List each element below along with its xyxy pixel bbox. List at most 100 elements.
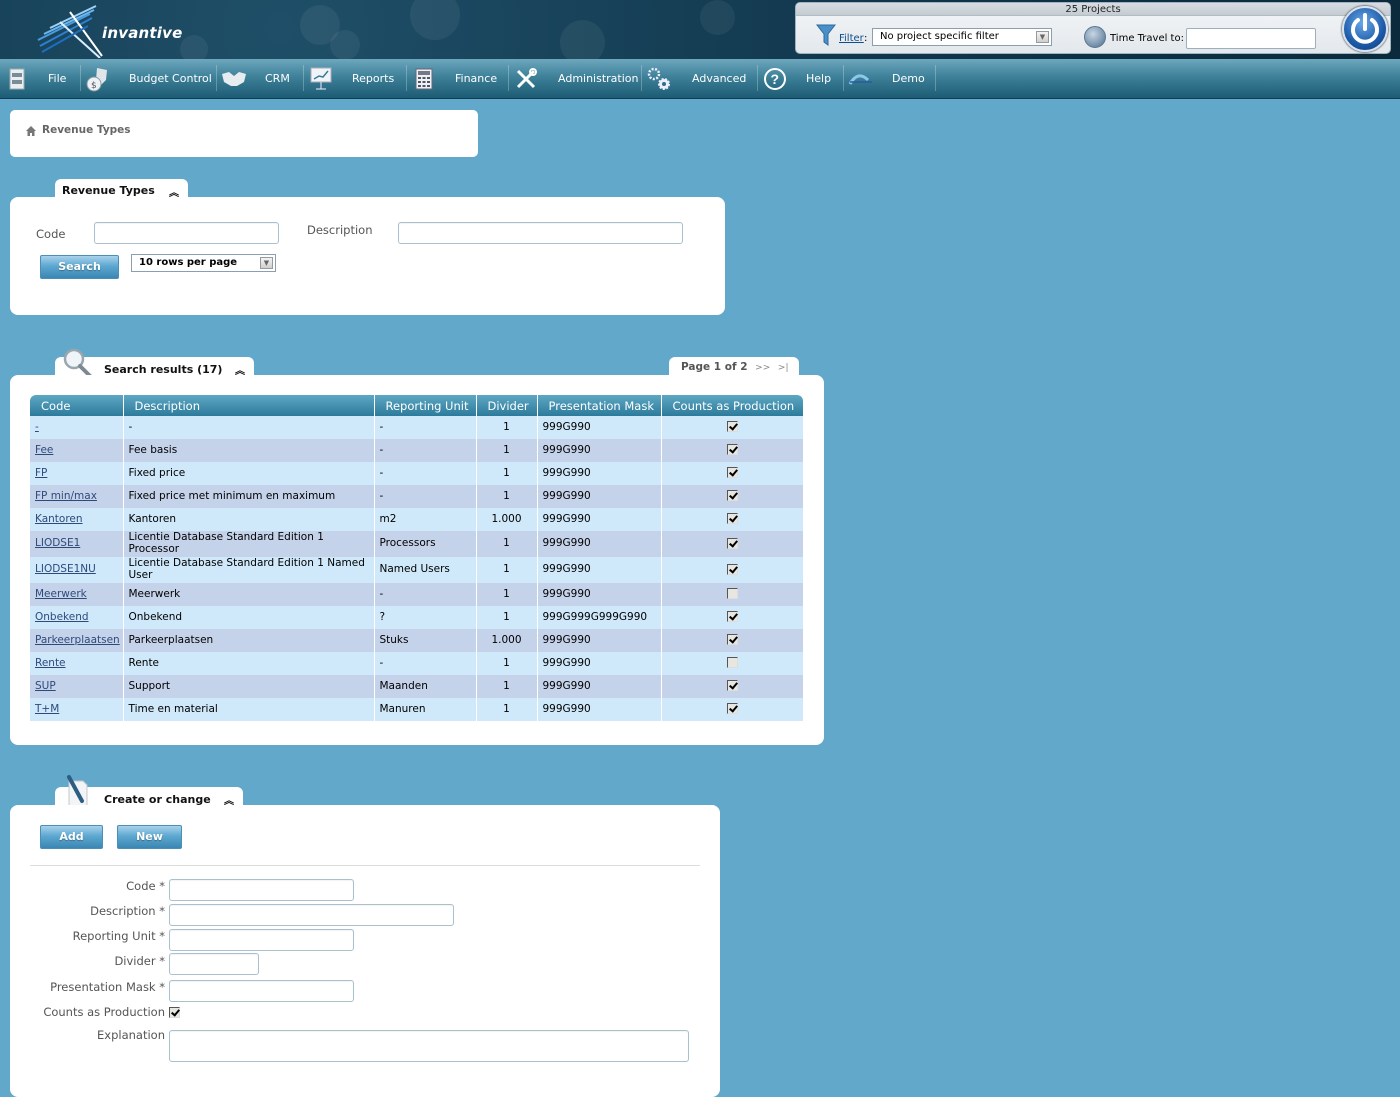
counts-as-production-checkbox[interactable] xyxy=(726,588,738,599)
reporting-unit-field-label: Reporting Unit * xyxy=(72,929,165,943)
counts-as-production-checkbox[interactable] xyxy=(726,444,738,455)
counts-as-production-checkbox[interactable] xyxy=(726,680,738,691)
table-row: FP Fixed price -1 999G990 xyxy=(30,462,803,485)
menu-finance[interactable]: Finance xyxy=(410,59,497,98)
divider-field[interactable] xyxy=(169,953,259,975)
cell-counts-as-production xyxy=(661,508,803,531)
decor-bubble xyxy=(410,0,460,40)
code-link[interactable]: Onbekend xyxy=(35,611,89,623)
counts-as-production-checkbox[interactable] xyxy=(726,703,738,714)
results-panel-tab[interactable]: Search results (17) ︽ xyxy=(55,348,254,378)
menu-label: CRM xyxy=(265,72,290,85)
menu-reports[interactable]: Reports xyxy=(307,59,394,98)
counts-as-production-checkbox[interactable] xyxy=(169,1007,180,1018)
column-header-description[interactable]: Description xyxy=(123,395,375,416)
cell-counts-as-production xyxy=(661,531,803,557)
counts-as-production-checkbox[interactable] xyxy=(726,537,738,549)
code-field[interactable] xyxy=(169,879,354,901)
cell-presentation-mask: 999G990 xyxy=(537,508,662,531)
table-header-row: Code Description Reporting Unit Divider … xyxy=(30,395,803,416)
cell-divider: 1 xyxy=(476,557,538,583)
counts-as-production-checkbox[interactable] xyxy=(726,513,738,524)
add-button[interactable]: Add xyxy=(40,825,103,849)
table-row: FP min/max Fixed price met minimum en max… xyxy=(30,485,803,508)
edit-panel-tab[interactable]: Create or change ︽ xyxy=(55,775,243,808)
counts-as-production-checkbox[interactable] xyxy=(726,634,738,645)
pager-last[interactable]: >| xyxy=(778,363,789,373)
column-header-code[interactable]: Code xyxy=(30,395,124,416)
counts-as-production-checkbox[interactable] xyxy=(726,657,738,668)
chevron-down-icon[interactable]: ▼ xyxy=(260,257,273,269)
menu-advanced[interactable]: Advanced xyxy=(645,59,746,98)
column-header-reporting-unit[interactable]: Reporting Unit xyxy=(374,395,477,416)
reporting-unit-field[interactable] xyxy=(169,929,354,951)
code-link[interactable]: FP min/max xyxy=(35,490,97,502)
cell-divider: 1 xyxy=(476,416,538,439)
cell-divider: 1.000 xyxy=(476,629,538,652)
code-field-label: Code * xyxy=(126,879,165,893)
search-panel-tab[interactable]: Revenue Types ︽ xyxy=(55,179,188,199)
cell-presentation-mask: 999G990 xyxy=(537,557,662,583)
code-link[interactable]: Parkeerplaatsen xyxy=(35,634,120,646)
code-link[interactable]: Meerwerk xyxy=(35,588,87,600)
invantive-logo[interactable]: invantive xyxy=(30,2,182,59)
cell-counts-as-production xyxy=(661,606,803,629)
project-filter-select[interactable]: No project specific filter ▼ xyxy=(872,28,1052,46)
menu-help[interactable]: ? Help xyxy=(761,59,831,98)
code-link[interactable]: - xyxy=(35,421,39,433)
cell-counts-as-production xyxy=(661,557,803,583)
home-icon[interactable] xyxy=(26,126,36,136)
menu-separator xyxy=(216,65,217,91)
counts-as-production-checkbox[interactable] xyxy=(726,467,738,478)
cell-counts-as-production xyxy=(661,675,803,698)
counts-as-production-checkbox[interactable] xyxy=(726,490,738,501)
new-button[interactable]: New xyxy=(117,825,182,849)
table-row: SUP Support Maanden 1 999G990 xyxy=(30,675,803,698)
code-link[interactable]: LIODSE1 xyxy=(35,537,80,549)
decor-bubble xyxy=(330,30,360,59)
cell-reporting-unit: - xyxy=(374,462,477,485)
cell-reporting-unit: m2 xyxy=(374,508,477,531)
logo-text: invantive xyxy=(102,24,183,42)
menu-budget-control[interactable]: $ Budget Control xyxy=(84,59,212,98)
project-filter-value: No project specific filter xyxy=(880,31,999,42)
cell-counts-as-production xyxy=(661,416,803,439)
search-button[interactable]: Search xyxy=(40,255,119,279)
code-link[interactable]: Fee xyxy=(35,444,53,456)
menu-crm[interactable]: CRM xyxy=(220,59,290,98)
time-travel-input[interactable] xyxy=(1186,28,1316,49)
explanation-field[interactable] xyxy=(169,1030,689,1062)
counts-as-production-checkbox[interactable] xyxy=(726,421,738,432)
code-link[interactable]: FP xyxy=(35,467,47,479)
column-header-divider[interactable]: Divider xyxy=(476,395,538,416)
counts-as-production-checkbox[interactable] xyxy=(726,563,738,575)
menu-administration[interactable]: Administration xyxy=(512,59,639,98)
code-link[interactable]: T+M xyxy=(35,703,59,715)
cell-presentation-mask: 999G990 xyxy=(537,531,662,557)
filter-link[interactable]: Filter xyxy=(839,33,864,44)
menu-demo[interactable]: Demo xyxy=(847,59,925,98)
rows-per-page-select[interactable]: 10 rows per page ▼ xyxy=(131,254,276,272)
cell-code: Meerwerk xyxy=(30,583,124,606)
power-icon xyxy=(1351,13,1379,44)
pager-next[interactable]: >> xyxy=(755,363,770,373)
description-search-input[interactable] xyxy=(398,222,683,244)
column-header-presentation-mask[interactable]: Presentation Mask xyxy=(537,395,662,416)
code-link[interactable]: Rente xyxy=(35,657,66,669)
breadcrumb: Revenue Types xyxy=(10,110,478,157)
code-link[interactable]: SUP xyxy=(35,680,56,692)
code-search-input[interactable] xyxy=(94,222,279,244)
counts-as-production-checkbox[interactable] xyxy=(726,611,738,622)
cell-code: - xyxy=(30,416,124,439)
cell-reporting-unit: - xyxy=(374,583,477,606)
description-field[interactable] xyxy=(169,904,454,926)
presentation-mask-field[interactable] xyxy=(169,980,354,1002)
logout-power-button[interactable] xyxy=(1342,6,1388,52)
code-link[interactable]: LIODSE1NU xyxy=(35,563,96,575)
menu-label: Administration xyxy=(558,72,639,85)
chevron-down-icon[interactable]: ▼ xyxy=(1036,31,1049,43)
code-link[interactable]: Kantoren xyxy=(35,513,83,525)
menu-file[interactable]: File xyxy=(3,59,66,98)
table-row: Fee Fee basis -1 999G990 xyxy=(30,439,803,462)
column-header-counts-as-production[interactable]: Counts as Production xyxy=(661,395,803,416)
